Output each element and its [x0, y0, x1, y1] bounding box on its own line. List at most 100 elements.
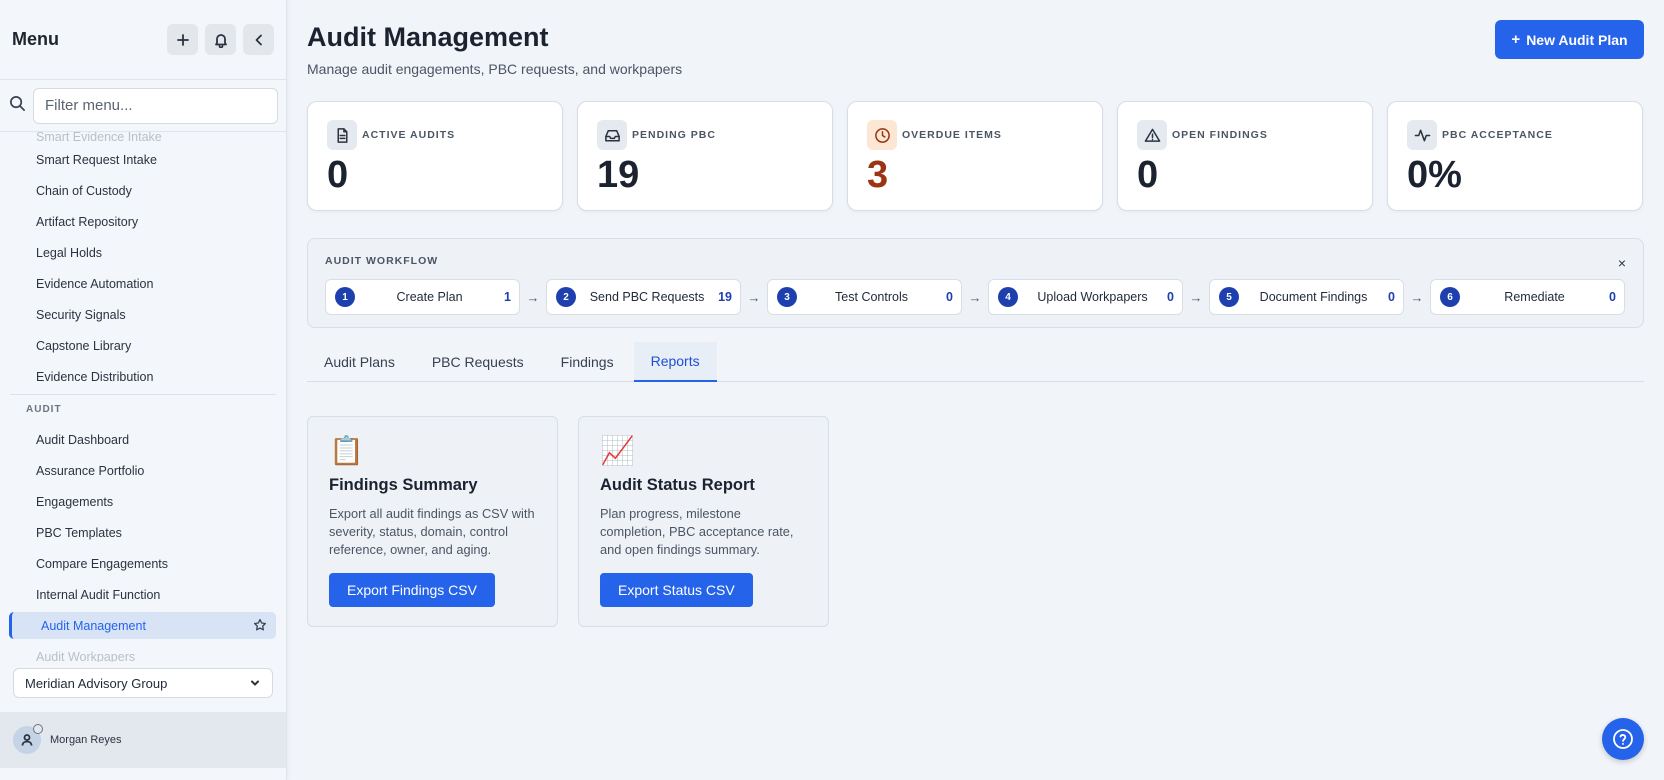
sidebar-item[interactable]: Engagements — [0, 486, 286, 517]
notifications-button[interactable] — [205, 24, 236, 55]
step-name: Upload Workpapers — [1037, 290, 1148, 304]
stat-card-open-findings: OPEN FINDINGS 0 — [1117, 101, 1373, 211]
sidebar-header: Menu — [0, 0, 286, 80]
step-number: 3 — [777, 287, 797, 307]
sidebar-menu: Smart Evidence Intake Smart Request Inta… — [0, 132, 286, 662]
clipboard-icon: 📋 — [329, 435, 364, 466]
sidebar-section-audit: AUDIT — [26, 404, 62, 415]
step-number: 5 — [1219, 287, 1239, 307]
tab-reports[interactable]: Reports — [633, 342, 717, 382]
workflow-title: AUDIT WORKFLOW — [325, 255, 439, 267]
sidebar-item[interactable]: Artifact Repository — [0, 206, 286, 237]
sidebar-item[interactable]: Assurance Portfolio — [0, 455, 286, 486]
tab-pbc-requests[interactable]: PBC Requests — [415, 342, 541, 382]
stat-label: ACTIVE AUDITS — [362, 129, 456, 141]
workflow-step-remediate[interactable]: 6 Remediate 0 — [1430, 279, 1625, 315]
step-number: 4 — [998, 287, 1018, 307]
chevron-left-icon — [255, 34, 262, 45]
step-count: 19 — [718, 290, 732, 304]
arrow-right-icon: → — [526, 289, 540, 305]
sidebar-item[interactable]: Audit Dashboard — [0, 424, 286, 455]
chevron-down-icon — [251, 680, 259, 686]
report-title: Audit Status Report — [600, 476, 755, 494]
stat-card-overdue-items: OVERDUE ITEMS 3 — [847, 101, 1103, 211]
add-button[interactable] — [167, 24, 198, 55]
stat-label: PENDING PBC — [632, 129, 716, 141]
stat-value: 3 — [867, 154, 889, 196]
report-card-findings-summary: 📋 Findings Summary Export all audit find… — [307, 416, 558, 627]
step-name: Send PBC Requests — [589, 290, 705, 304]
star-icon[interactable] — [253, 618, 267, 635]
sidebar-item[interactable]: Capstone Library — [0, 330, 286, 361]
workflow-step-send-pbc-requests[interactable]: 2 Send PBC Requests 19 — [546, 279, 741, 315]
step-count: 1 — [504, 290, 511, 304]
workflow-step-test-controls[interactable]: 3 Test Controls 0 — [767, 279, 962, 315]
sidebar-item[interactable]: PBC Templates — [0, 517, 286, 548]
stats-row: ACTIVE AUDITS 0 PENDING PBC 19 OVERDUE I… — [307, 101, 1643, 211]
help-button[interactable] — [1602, 718, 1644, 760]
sidebar-item[interactable]: Internal Audit Function — [0, 579, 286, 610]
reports-grid: 📋 Findings Summary Export all audit find… — [307, 416, 849, 627]
collapse-sidebar-button[interactable] — [243, 24, 274, 55]
stat-label: PBC ACCEPTANCE — [1442, 129, 1553, 141]
sidebar-item[interactable]: Chain of Custody — [0, 175, 286, 206]
arrow-right-icon: → — [1189, 289, 1203, 305]
activity-icon — [1407, 120, 1437, 150]
workflow-step-document-findings[interactable]: 5 Document Findings 0 — [1209, 279, 1404, 315]
stat-card-pbc-acceptance: PBC ACCEPTANCE 0% — [1387, 101, 1643, 211]
stat-label: OVERDUE ITEMS — [902, 129, 1002, 141]
organization-name: Meridian Advisory Group — [25, 675, 168, 691]
chart-up-icon: 📈 — [600, 435, 635, 466]
filter-menu-input[interactable] — [33, 87, 278, 124]
sidebar-title: Menu — [12, 29, 59, 49]
bell-icon — [214, 33, 227, 48]
sidebar-item-label: Audit Management — [41, 618, 146, 633]
status-dot — [33, 724, 43, 734]
stat-card-pending-pbc: PENDING PBC 19 — [577, 101, 833, 211]
report-description: Export all audit findings as CSV with se… — [329, 506, 535, 557]
sidebar-item[interactable]: Smart Evidence Intake — [0, 132, 286, 144]
step-name: Document Findings — [1259, 290, 1368, 304]
step-name: Create Plan — [396, 290, 463, 304]
step-name: Test Controls — [835, 290, 908, 304]
user-footer[interactable]: Morgan Reyes — [0, 712, 286, 768]
organization-select[interactable]: Meridian Advisory Group — [13, 668, 273, 698]
sidebar-search — [0, 80, 286, 132]
sidebar-item-audit-management[interactable]: Audit Management — [9, 612, 276, 639]
audit-workflow-panel: AUDIT WORKFLOW × 1 Create Plan 1 → 2 Sen… — [307, 238, 1644, 328]
export-status-csv-button[interactable]: Export Status CSV — [600, 573, 753, 607]
step-name: Remediate — [1504, 290, 1565, 304]
arrow-right-icon: → — [747, 289, 761, 305]
sidebar-item[interactable]: Compare Engagements — [0, 548, 286, 579]
sidebar-item[interactable]: Audit Workpapers — [0, 641, 286, 663]
tab-audit-plans[interactable]: Audit Plans — [307, 342, 412, 382]
workflow-step-upload-workpapers[interactable]: 4 Upload Workpapers 0 — [988, 279, 1183, 315]
avatar[interactable] — [13, 724, 43, 754]
clock-icon — [867, 120, 897, 150]
new-audit-plan-button[interactable]: + New Audit Plan — [1495, 20, 1644, 59]
step-count: 0 — [1609, 290, 1616, 304]
sidebar-item[interactable]: Evidence Automation — [0, 268, 286, 299]
search-icon — [9, 95, 26, 117]
tab-findings[interactable]: Findings — [544, 342, 631, 382]
new-audit-plan-label: New Audit Plan — [1526, 31, 1628, 48]
report-card-audit-status: 📈 Audit Status Report Plan progress, mil… — [578, 416, 829, 627]
step-count: 0 — [1167, 290, 1174, 304]
tab-bar: Audit Plans PBC Requests Findings Report… — [307, 342, 1644, 382]
step-number: 6 — [1440, 287, 1460, 307]
close-icon[interactable]: × — [1618, 255, 1626, 271]
export-findings-csv-button[interactable]: Export Findings CSV — [329, 573, 495, 607]
sidebar-item[interactable]: Smart Request Intake — [0, 144, 286, 175]
sidebar-item[interactable]: Security Signals — [0, 299, 286, 330]
arrow-right-icon: → — [968, 289, 982, 305]
step-number: 2 — [556, 287, 576, 307]
step-count: 0 — [1388, 290, 1395, 304]
page-title: Audit Management — [307, 22, 549, 52]
workflow-step-create-plan[interactable]: 1 Create Plan 1 — [325, 279, 520, 315]
stat-value: 0 — [1137, 154, 1159, 196]
help-icon — [1613, 729, 1633, 749]
sidebar-item[interactable]: Evidence Distribution — [0, 361, 286, 392]
step-count: 0 — [946, 290, 953, 304]
user-name: Morgan Reyes — [50, 734, 122, 746]
sidebar-item[interactable]: Legal Holds — [0, 237, 286, 268]
